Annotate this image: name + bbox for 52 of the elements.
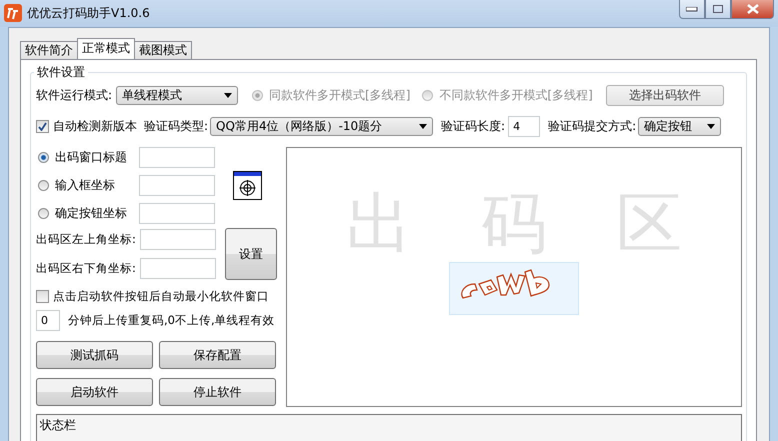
radio-label: 输入框坐标 [55,177,116,194]
field-label: 出码区左上角坐标: [36,232,137,247]
upload-hint: 分钟后上传重复码,0不上传,单线程有效 [68,313,275,328]
field-label: 验证码长度: [441,118,506,135]
field-label: 软件运行模式: [36,87,112,104]
checkbox[interactable] [36,290,49,303]
select-software-button[interactable]: 选择出码软件 [606,85,724,106]
captcha-type-dropdown[interactable]: QQ常用4位（网络版）-10题分 [210,117,434,136]
group-title: 软件设置 [34,64,88,81]
set-button[interactable]: 设置 [225,228,277,280]
radio-label: 不同款软件多开模式[多线程] [439,87,593,104]
field-label: 出码区右下角坐标: [36,261,137,276]
input-field[interactable] [139,147,215,168]
action-button[interactable]: 停止软件 [159,378,276,406]
app-logo-icon [4,4,22,22]
radio-button[interactable] [38,152,49,163]
checkbox[interactable] [36,120,49,133]
caret-icon [707,124,716,129]
window-title: 优优云打码助手V1.0.6 [27,5,151,22]
radio-button[interactable] [38,208,49,219]
radio-label: 出码窗口标题 [55,149,128,166]
minimize-icon [686,6,698,12]
checkbox-label: 自动检测新版本 [53,118,137,135]
close-button[interactable] [731,0,774,19]
maximize-icon [712,4,724,14]
caret-icon [224,93,232,98]
tab[interactable]: 截图模式 [134,41,192,59]
input-field[interactable] [139,175,215,196]
upload-minutes-field[interactable]: 0 [36,310,60,331]
radio-button[interactable] [38,180,49,191]
run-mode-dropdown[interactable]: 单线程模式 [116,86,238,105]
action-button[interactable]: 启动软件 [36,378,153,406]
maximize-button[interactable] [705,0,731,19]
radio-label: 同款软件多开模式[多线程] [269,87,410,104]
action-button[interactable]: 保存配置 [159,341,276,369]
tab[interactable]: 正常模式 [77,38,135,59]
input-field[interactable] [139,203,215,224]
crosshair-target-icon[interactable] [233,171,262,200]
status-bar: 状态栏 [36,414,742,441]
caret-icon [419,124,428,129]
minimize-button[interactable] [679,0,705,19]
tab[interactable]: 软件简介 [20,41,78,59]
captcha-length-field[interactable]: 4 [508,116,540,137]
input-field[interactable] [140,229,216,250]
field-label: 验证码类型: [144,118,208,135]
submit-method-dropdown[interactable]: 确定按钮 [638,117,722,136]
field-label: 验证码提交方式: [548,118,636,135]
input-field[interactable] [140,258,216,279]
action-button[interactable]: 测试抓码 [36,341,153,369]
radio-label: 确定按钮坐标 [55,205,128,222]
close-icon [746,4,758,14]
checkbox-label: 点击启动软件按钮后自动最小化软件窗口 [53,289,269,304]
